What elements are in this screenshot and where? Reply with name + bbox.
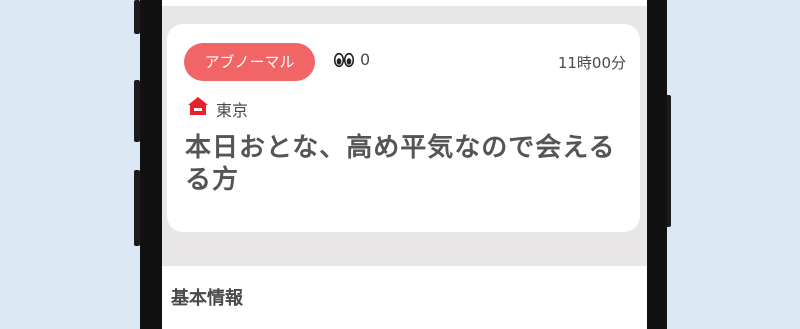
duration-text: 11時00分 bbox=[557, 54, 626, 72]
phone-frame: アブノーマル 0 11時00分 東京 本日おとな、高め平気なので会えるる方 基本… bbox=[140, 0, 667, 329]
view-count: 0 bbox=[360, 50, 371, 69]
post-card[interactable]: アブノーマル 0 11時00分 東京 本日おとな、高め平気なので会えるる方 bbox=[167, 24, 640, 232]
location-text: 東京 bbox=[216, 101, 249, 120]
post-title: 本日おとな、高め平気なので会えるる方 bbox=[185, 133, 616, 195]
basic-info-panel: 基本情報 bbox=[162, 266, 647, 329]
section-title-basic-info: 基本情報 bbox=[171, 288, 243, 309]
home-icon bbox=[188, 97, 208, 115]
category-tag[interactable]: アブノーマル bbox=[184, 43, 315, 81]
phone-screen: アブノーマル 0 11時00分 東京 本日おとな、高め平気なので会えるる方 基本… bbox=[162, 0, 647, 329]
eyes-icon bbox=[334, 52, 354, 68]
top-content-strip bbox=[162, 0, 647, 6]
